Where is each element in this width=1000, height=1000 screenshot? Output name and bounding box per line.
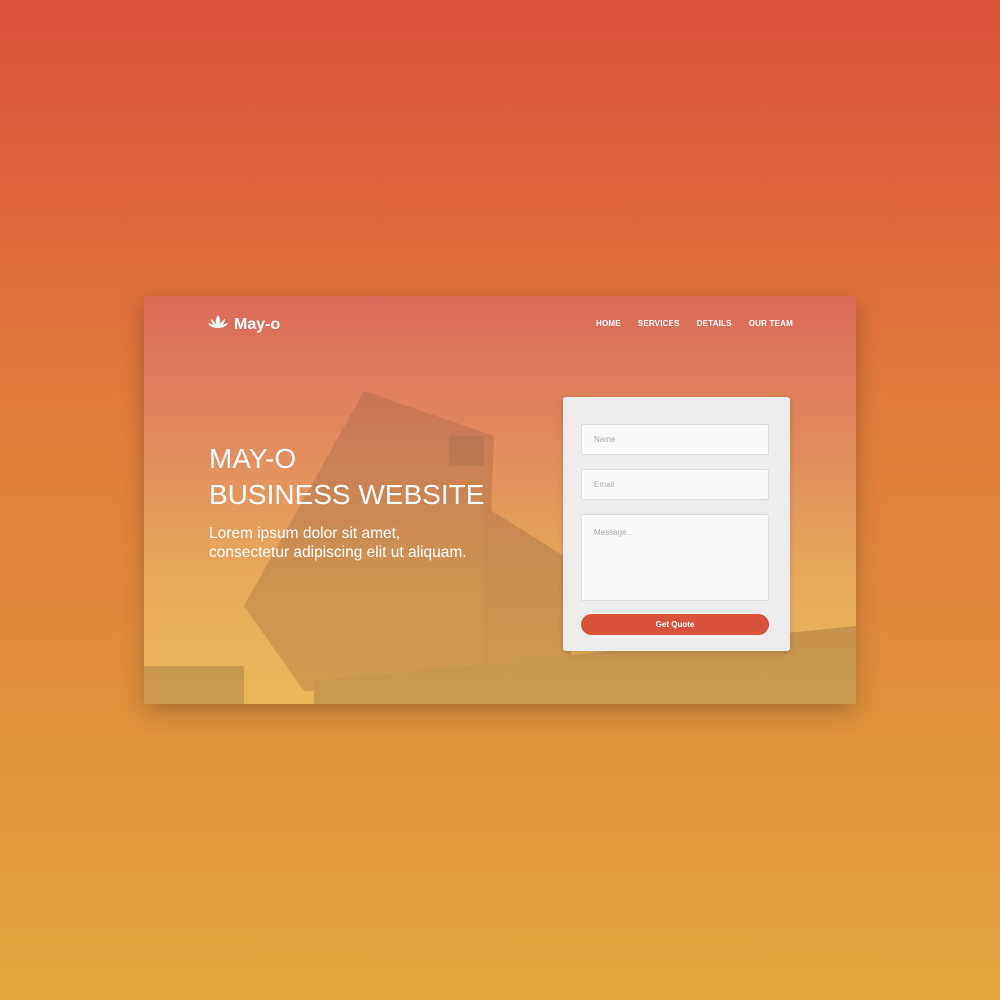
brand-name: May-o [234, 315, 281, 333]
nav-services[interactable]: SERVICES [638, 319, 680, 328]
nav-our-team[interactable]: OUR TEAM [749, 319, 793, 328]
message-textarea[interactable]: Message... [581, 514, 769, 601]
main-nav: HOME SERVICES DETAILS OUR TEAM [596, 319, 793, 328]
website-preview: May-o HOME SERVICES DETAILS OUR TEAM MAY… [144, 296, 856, 704]
hero-text: Lorem ipsum dolor sit amet, consectetur … [209, 525, 467, 561]
name-input[interactable]: Name [581, 424, 769, 455]
nav-home[interactable]: HOME [596, 319, 621, 328]
brand-logo[interactable]: May-o [207, 314, 280, 335]
get-quote-button[interactable]: Get Quote [581, 614, 769, 635]
hero-title-line-1: MAY-O [209, 443, 297, 474]
lotus-icon [207, 314, 229, 335]
nav-details[interactable]: DETAILS [697, 319, 732, 328]
email-input[interactable]: Email [581, 469, 769, 500]
hero-title: MAY-O BUSINESS WEBSITE [209, 441, 484, 513]
quote-form: Name Email Message... Get Quote [563, 397, 790, 651]
hero-title-line-2: BUSINESS WEBSITE [209, 479, 485, 510]
